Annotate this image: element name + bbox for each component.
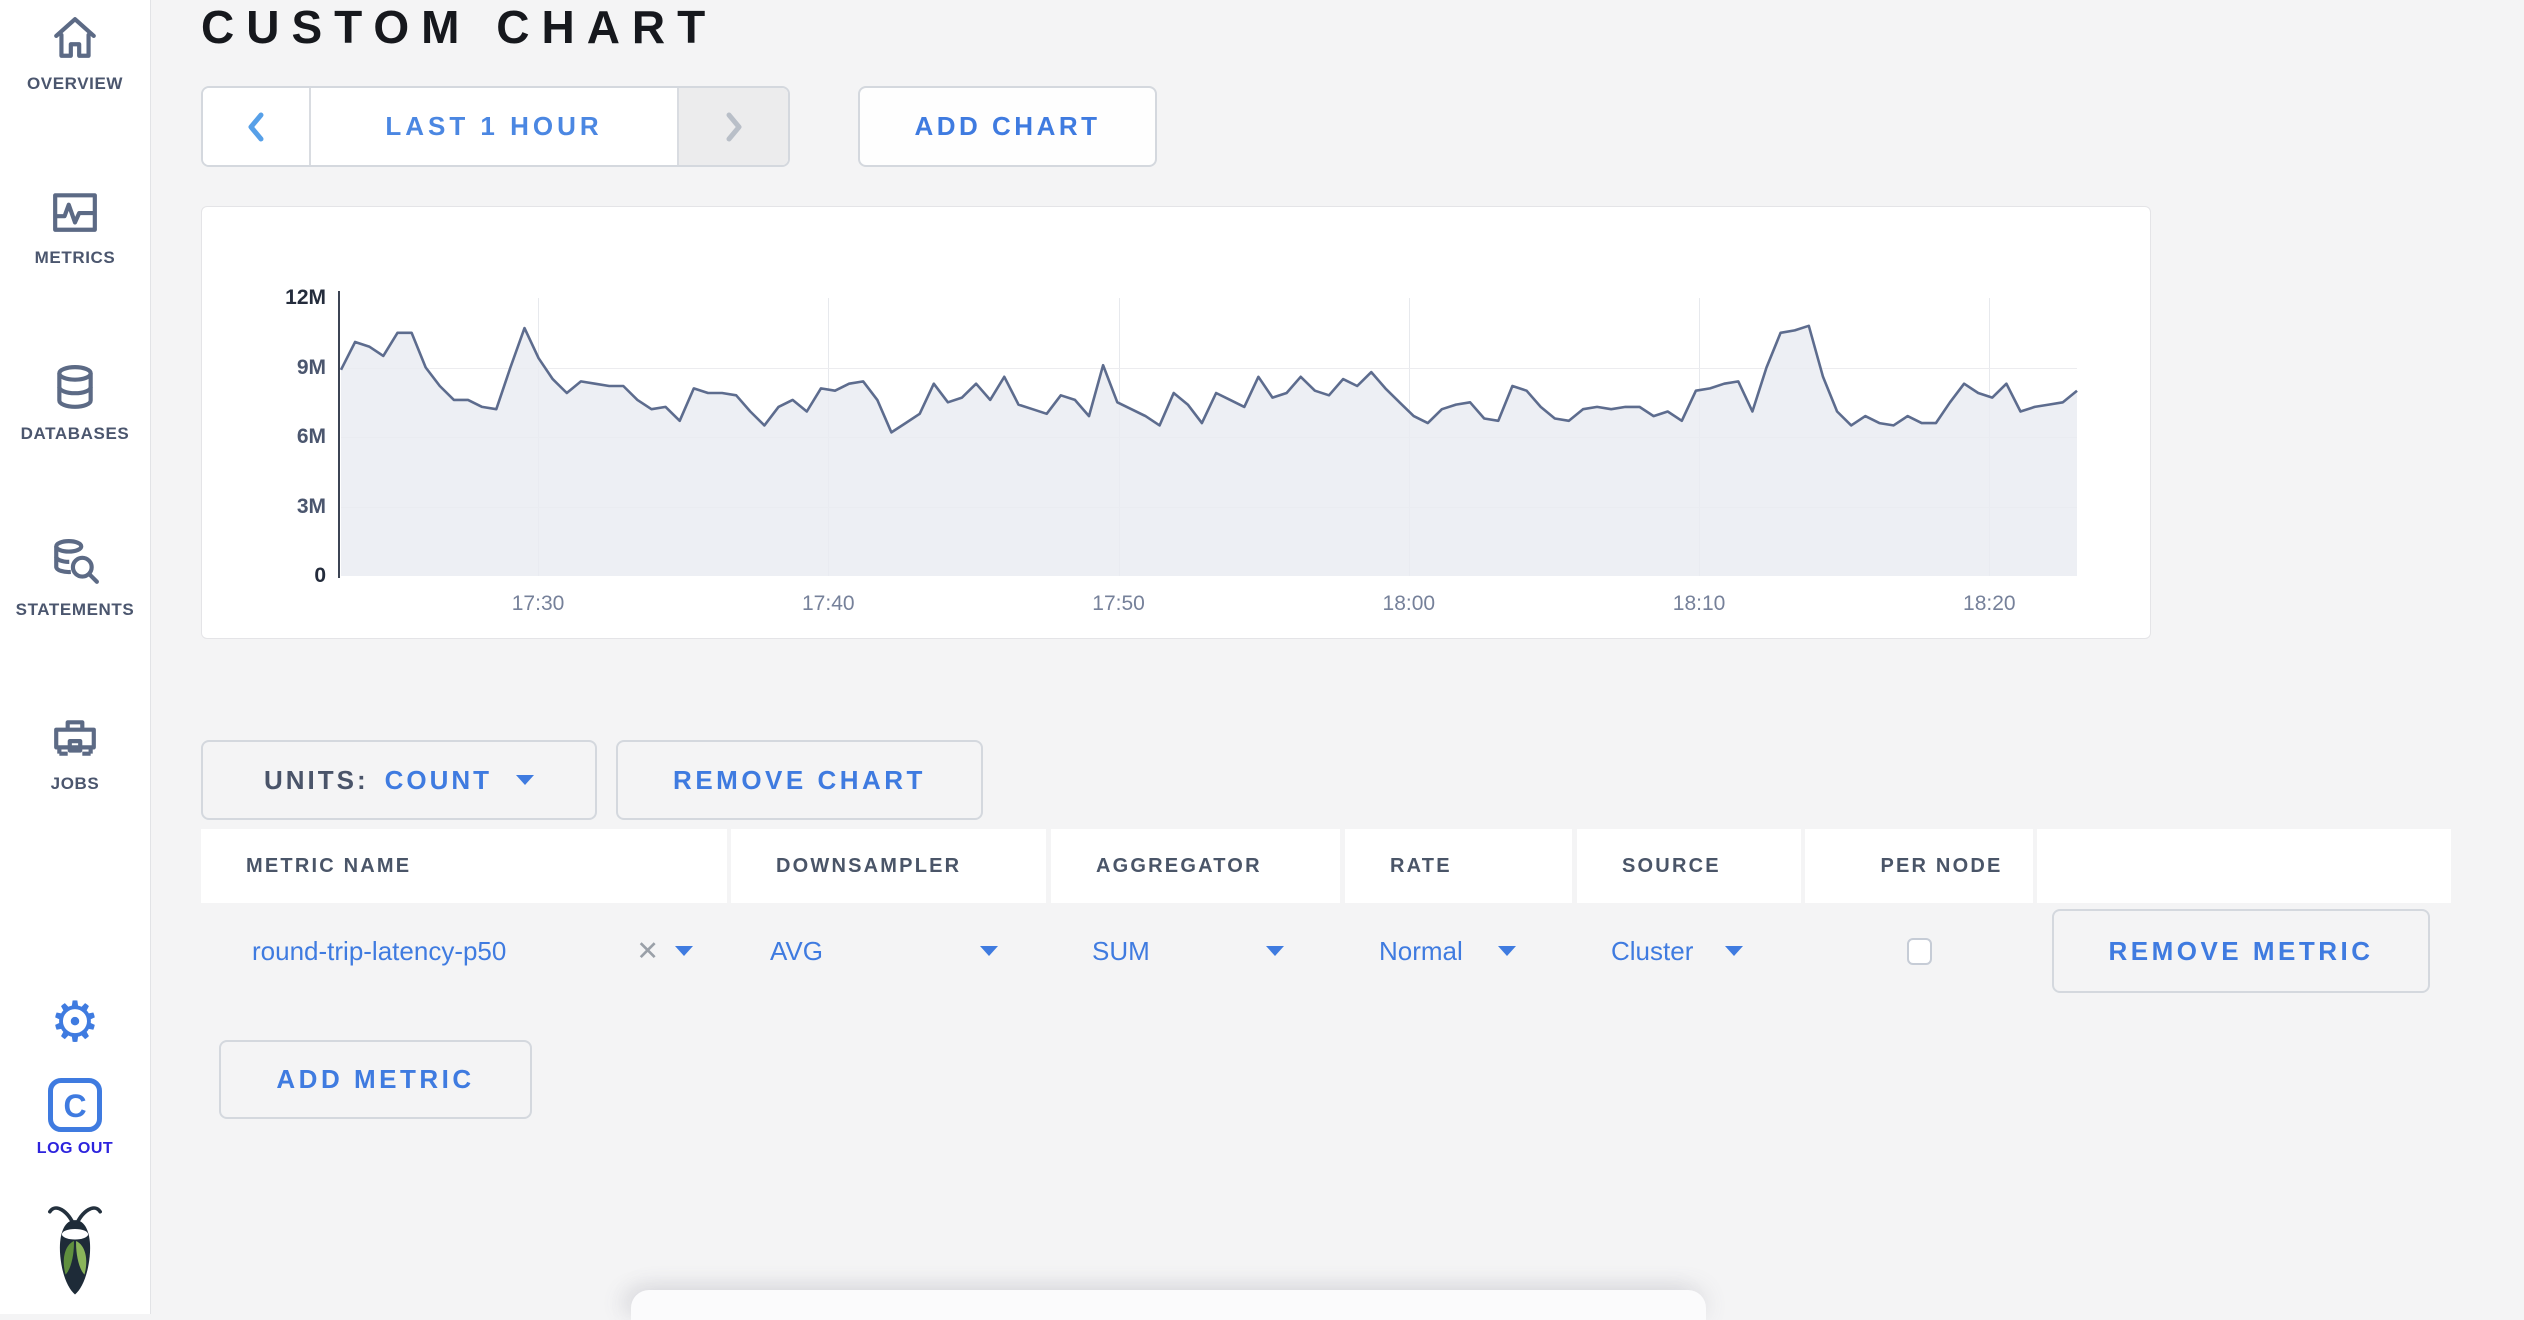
x-axis-tick-label: 18:10 bbox=[1672, 592, 1726, 615]
main-content: CUSTOM CHART LAST 1 HOUR ADD CHART 12M 9M… bbox=[151, 0, 2524, 1320]
add-metric-button[interactable]: ADD METRIC bbox=[219, 1040, 532, 1119]
sidebar: OVERVIEW METRICS DATABASES STATEMENTS JO… bbox=[0, 0, 151, 1314]
downsampler-value: AVG bbox=[770, 935, 823, 966]
remove-chart-button[interactable]: REMOVE CHART bbox=[616, 740, 983, 820]
aggregator-value: SUM bbox=[1092, 935, 1150, 966]
metric-name-value: round-trip-latency-p50 bbox=[252, 935, 507, 966]
actions-cell: REMOVE METRIC bbox=[2037, 909, 2451, 993]
metric-row: round-trip-latency-p50 ✕ AVG SUM Normal bbox=[201, 903, 2451, 999]
gear-icon: ⚙ bbox=[49, 990, 101, 1053]
rate-dropdown[interactable]: Normal bbox=[1345, 936, 1572, 967]
x-axis-tick-label: 18:00 bbox=[1382, 592, 1436, 615]
column-header-metric-name: METRIC NAME bbox=[201, 829, 727, 903]
database-icon bbox=[57, 365, 93, 409]
metrics-table-header: METRIC NAME DOWNSAMPLER AGGREGATOR RATE … bbox=[201, 829, 2451, 903]
y-axis-tick-label: 6M bbox=[296, 425, 326, 448]
home-icon bbox=[54, 17, 96, 58]
logout-button[interactable]: C LOG OUT bbox=[0, 1078, 150, 1158]
per-node-cell bbox=[1805, 937, 2033, 965]
x-axis-tick-label: 17:50 bbox=[1092, 592, 1145, 615]
source-dropdown[interactable]: Cluster bbox=[1577, 936, 1801, 967]
sidebar-item-jobs[interactable]: JOBS bbox=[0, 714, 150, 794]
metrics-icon bbox=[53, 193, 97, 232]
column-header-rate: RATE bbox=[1345, 829, 1572, 903]
add-chart-button[interactable]: ADD CHART bbox=[858, 86, 1157, 167]
x-axis-tick-label: 18:20 bbox=[1963, 592, 2016, 615]
units-dropdown[interactable]: UNITS: COUNT bbox=[201, 740, 597, 820]
timeseries-line-chart bbox=[339, 324, 2078, 576]
chevron-down-icon[interactable] bbox=[675, 946, 693, 956]
time-window-selector: LAST 1 HOUR bbox=[201, 86, 790, 167]
per-node-checkbox[interactable] bbox=[1906, 937, 1932, 965]
chevron-down-icon bbox=[980, 946, 998, 956]
units-value: COUNT bbox=[384, 764, 493, 795]
downsampler-dropdown[interactable]: AVG bbox=[731, 936, 1046, 967]
page-title: CUSTOM CHART bbox=[201, 1, 718, 53]
sidebar-item-overview[interactable]: OVERVIEW bbox=[0, 14, 150, 94]
custom-chart-page: OVERVIEW METRICS DATABASES STATEMENTS JO… bbox=[0, 0, 2524, 1320]
cockroach-bug-icon bbox=[48, 1206, 102, 1295]
chevron-right-icon bbox=[726, 112, 741, 141]
y-axis-tick-label: 9M bbox=[296, 355, 326, 379]
y-axis-tick-label: 12M bbox=[285, 286, 326, 309]
source-value: Cluster bbox=[1611, 935, 1694, 966]
sidebar-item-metrics[interactable]: METRICS bbox=[0, 188, 150, 268]
x-axis-tick-label: 17:30 bbox=[511, 592, 565, 615]
time-window-dropdown[interactable]: LAST 1 HOUR bbox=[311, 88, 677, 165]
chevron-down-icon bbox=[1725, 946, 1743, 956]
sidebar-item-statements[interactable]: STATEMENTS bbox=[0, 538, 150, 620]
briefcase-icon bbox=[54, 720, 96, 756]
series-area-fill bbox=[341, 325, 2077, 576]
select-controls: ✕ bbox=[636, 937, 693, 965]
sidebar-item-label: JOBS bbox=[50, 774, 100, 793]
sidebar-item-label: STATEMENTS bbox=[15, 600, 135, 619]
column-header-downsampler: DOWNSAMPLER bbox=[731, 829, 1046, 903]
aggregator-dropdown[interactable]: SUM bbox=[1051, 936, 1340, 967]
metrics-table: METRIC NAME DOWNSAMPLER AGGREGATOR RATE … bbox=[201, 829, 2451, 999]
chevron-down-icon bbox=[516, 775, 535, 785]
chevron-down-icon bbox=[1266, 946, 1284, 956]
sidebar-item-label: DATABASES bbox=[20, 424, 130, 443]
column-header-source: SOURCE bbox=[1577, 829, 1801, 903]
logout-label: LOG OUT bbox=[36, 1140, 114, 1157]
chart-actions-row: UNITS: COUNT REMOVE CHART bbox=[201, 740, 983, 820]
column-header-per-node: PER NODE bbox=[1805, 829, 2033, 903]
time-window-prev-button[interactable] bbox=[203, 88, 311, 165]
sidebar-item-databases[interactable]: DATABASES bbox=[0, 364, 150, 444]
settings-button[interactable]: ⚙ bbox=[0, 992, 150, 1052]
remove-metric-button[interactable]: REMOVE METRIC bbox=[2052, 909, 2430, 993]
cockroach-bug-logo bbox=[0, 1196, 150, 1311]
units-label: UNITS: bbox=[263, 764, 369, 795]
sidebar-item-label: METRICS bbox=[34, 248, 116, 267]
x-axis-tick-label: 17:40 bbox=[802, 592, 855, 615]
rate-value: Normal bbox=[1379, 935, 1463, 966]
y-axis-tick-label: 0 bbox=[314, 564, 326, 587]
time-window-next-button-disabled[interactable] bbox=[677, 88, 788, 165]
controls-row: LAST 1 HOUR ADD CHART bbox=[201, 86, 1157, 167]
y-axis-line bbox=[338, 291, 340, 578]
next-card-shadow bbox=[631, 1290, 1706, 1320]
statements-icon bbox=[54, 539, 99, 584]
cockroach-c-logo-icon: C bbox=[48, 1078, 102, 1132]
column-header-aggregator: AGGREGATOR bbox=[1051, 829, 1340, 903]
column-header-actions bbox=[2037, 829, 2451, 903]
y-axis-tick-label: 3M bbox=[296, 494, 326, 518]
custom-chart-card: 12M 9M 6M 3M 0 17:30 17:40 17:50 18:00 18:10 18:20 bbox=[201, 206, 2151, 639]
sidebar-item-label: OVERVIEW bbox=[26, 74, 124, 93]
chevron-left-icon bbox=[248, 112, 264, 141]
metric-name-select[interactable]: round-trip-latency-p50 ✕ bbox=[201, 936, 727, 967]
clear-metric-icon[interactable]: ✕ bbox=[636, 937, 659, 965]
chevron-down-icon bbox=[1498, 946, 1516, 956]
